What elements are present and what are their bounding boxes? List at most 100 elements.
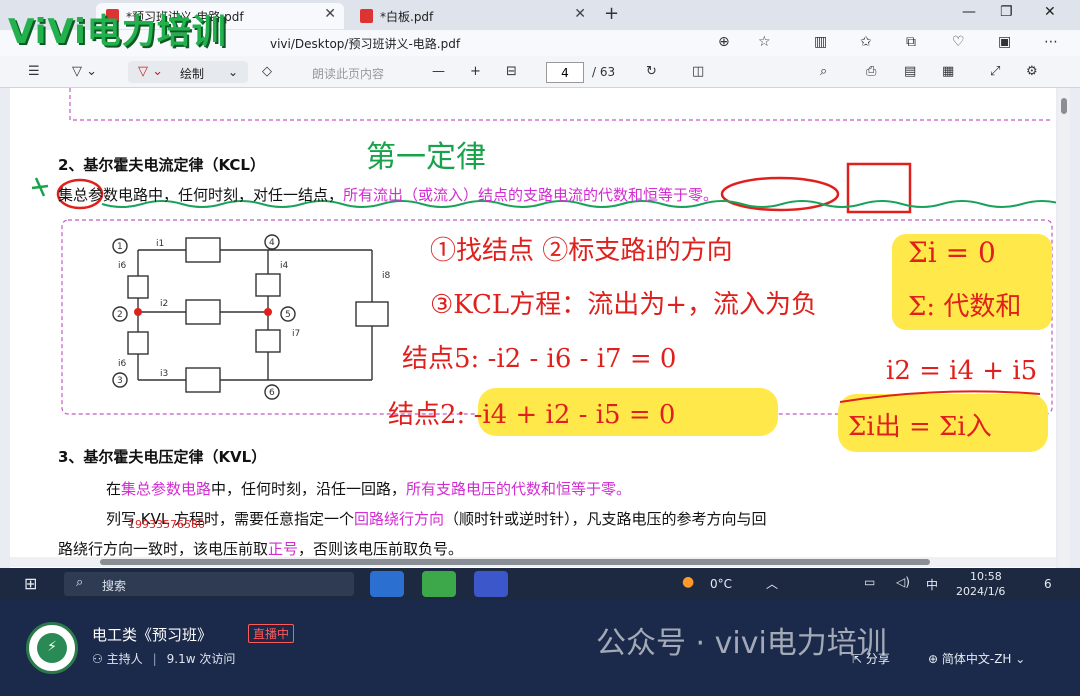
weather-icon[interactable]: ●: [682, 574, 694, 590]
svg-text:i7: i7: [292, 329, 300, 339]
user-icon: ⚇: [92, 652, 107, 666]
zoom-in-icon[interactable]: +: [470, 64, 481, 79]
globe-icon: ⊕: [928, 652, 942, 666]
minimize-icon[interactable]: —: [962, 4, 976, 20]
svg-text:i4: i4: [280, 261, 289, 271]
draw-label: 绘制: [180, 67, 205, 81]
kvl-text: 路绕行方向一致时，该电压前取: [58, 540, 269, 558]
app-p-icon[interactable]: [474, 571, 508, 597]
fullscreen-icon[interactable]: ⤢: [990, 64, 1000, 79]
scroll-thumb[interactable]: [100, 559, 930, 565]
circuit-diagram: [112, 234, 389, 400]
more-icon[interactable]: ⋯: [1044, 34, 1058, 50]
read-aloud-button[interactable]: 朗读此页内容: [312, 65, 384, 82]
highlight-icon[interactable]: ▽ ⌄: [72, 64, 97, 79]
live-subinfo: ⚇ 主持人 | 9.1w 次访问: [92, 652, 236, 666]
network-icon[interactable]: ▭: [864, 575, 875, 589]
svg-text:4: 4: [269, 238, 275, 248]
taskbar-search[interactable]: ⌕ 搜索: [64, 572, 354, 596]
share-button[interactable]: ⇱ 分享: [852, 650, 890, 667]
clock-time[interactable]: 10:58: [970, 570, 1002, 583]
kcl-text-a: 集总参数电路中，任何时刻，对任一结点，: [58, 186, 344, 204]
chevron-down-icon: ⌄: [228, 65, 239, 79]
handwritten-sum-zero: Σi = 0: [908, 236, 996, 269]
edge-app-icon[interactable]: [370, 571, 404, 597]
close-icon[interactable]: ✕: [324, 6, 336, 22]
new-tab-icon[interactable]: +: [604, 3, 619, 24]
kcl-statement: 集总参数电路中，任何时刻，对任一结点，所有流出（或流入）结点的支路电流的代数和恒…: [58, 184, 718, 205]
clock-date[interactable]: 2024/1/6: [956, 585, 1005, 598]
handwritten-eq: i2 = i4 + i5: [886, 356, 1038, 386]
taskbar-search-label: 搜索: [102, 579, 127, 593]
handwritten-title: 第一定律: [366, 140, 486, 175]
rotate-icon[interactable]: ↻: [646, 64, 657, 79]
tab-whiteboard-pdf[interactable]: *白板.pdf ✕: [350, 3, 594, 29]
svg-text:i3: i3: [160, 369, 168, 379]
contents-icon[interactable]: ☰: [28, 64, 40, 79]
windows-taskbar: ⊞ ⌕ 搜索 ● 0°C ︿ ▭ ◁) 中 10:58 2024/1/6 6: [0, 568, 1080, 600]
app-w-icon[interactable]: [422, 571, 456, 597]
favorite-icon[interactable]: ☆: [758, 34, 771, 50]
kvl-text: 在: [106, 480, 122, 498]
star-mark: [31, 177, 49, 197]
pen-icon: ▽ ⌄: [138, 64, 164, 79]
close-icon[interactable]: ✕: [574, 6, 586, 22]
vertical-scrollbar[interactable]: [1058, 88, 1070, 568]
live-badge: 直播中: [248, 624, 295, 643]
svg-text:i6: i6: [118, 261, 127, 271]
kvl-text: （顺时针或逆时针），凡支路电压的参考方向与回: [444, 510, 767, 528]
zoom-icon[interactable]: ⊕: [718, 34, 730, 50]
chevron-up-icon[interactable]: ︿: [766, 575, 778, 592]
maximize-icon[interactable]: ❐: [1000, 4, 1013, 20]
pdf-toolbar: ☰ ▽ ⌄ ▽ ⌄ 绘制 ⌄ ◇ 朗读此页内容 — + ⊟ 4 / 63 ↻ ◫…: [0, 56, 1080, 88]
kvl-term: 正号: [268, 540, 299, 558]
svg-text:i6: i6: [118, 359, 127, 369]
save-as-icon[interactable]: ▦: [942, 64, 954, 79]
prev-frame-border: [69, 88, 1050, 121]
kvl-para-2: 列写 KVL 方程时，需要任意指定一个回路绕行方向（顺时针或逆时针），凡支路电压…: [106, 508, 767, 529]
draw-button[interactable]: ▽ ⌄ 绘制 ⌄: [128, 61, 248, 83]
svg-text:1: 1: [117, 242, 123, 252]
node2-dot: [134, 308, 142, 316]
scroll-thumb[interactable]: [1061, 98, 1067, 114]
collections-icon[interactable]: ⧉: [906, 34, 916, 50]
live-banner: ⚡ 电工类《预习班》 直播中 ⚇ 主持人 | 9.1w 次访问 公众号 · vivi…: [0, 600, 1080, 696]
page-number-input[interactable]: 4: [546, 62, 584, 83]
eraser-icon[interactable]: ◇: [262, 64, 272, 79]
handwritten-node5: 结点5: -i2 - i6 - i7 = 0: [402, 344, 677, 374]
horizontal-scrollbar[interactable]: [10, 557, 1056, 567]
search-icon[interactable]: ⌕: [820, 64, 827, 79]
zoom-out-icon[interactable]: —: [432, 64, 445, 79]
kvl-text: ，否则该电压前取负号。: [298, 540, 464, 558]
window-close-icon[interactable]: ✕: [1044, 4, 1056, 20]
weather-temp[interactable]: 0°C: [710, 577, 732, 591]
logo-mark: ⚡: [37, 633, 67, 663]
page-view-icon[interactable]: ◫: [692, 64, 704, 79]
notification-count[interactable]: 6: [1044, 577, 1052, 591]
language-selector[interactable]: ⊕ 简体中文-ZH ⌄: [928, 650, 1025, 667]
extensions-icon[interactable]: ♡: [952, 34, 965, 50]
split-screen-icon[interactable]: ▥: [814, 34, 827, 50]
kvl-text: 中，任何时刻，沿任一回路，: [211, 480, 407, 498]
settings-icon[interactable]: ⚙: [1026, 64, 1038, 79]
screenshot-icon[interactable]: ▣: [998, 34, 1011, 50]
windows-start-icon[interactable]: ⊞: [24, 574, 37, 593]
channel-logo: ⚡: [26, 622, 78, 674]
screen-frame: *预习班讲义-电路.pdf ✕ *白板.pdf ✕ + — ❐ ✕ vivi/D…: [0, 0, 1080, 600]
circuit-labels: 1 2 3 4 5 6 i1 i2 i3 i4 i7 i6 i6 i8: [117, 238, 391, 398]
address-url[interactable]: vivi/Desktop/预习班讲义-电路.pdf: [270, 35, 460, 52]
svg-text:5: 5: [285, 310, 291, 320]
kcl-heading: 2、基尔霍夫电流定律（KCL）: [58, 156, 265, 174]
print-icon[interactable]: ⎙: [866, 64, 876, 79]
save-icon[interactable]: ▤: [904, 64, 916, 79]
language-label: 简体中文-ZH: [941, 652, 1012, 666]
fit-page-icon[interactable]: ⊟: [506, 64, 517, 79]
ime-indicator[interactable]: 中: [926, 576, 938, 593]
kvl-heading: 3、基尔霍夫电压定律（KVL）: [58, 448, 267, 466]
page-total: / 63: [592, 65, 616, 79]
handwritten-sum-def: Σ: 代数和: [908, 292, 1022, 322]
favorites-list-icon[interactable]: ✩: [860, 34, 872, 50]
svg-text:2: 2: [117, 310, 123, 320]
share-label: 分享: [865, 652, 890, 666]
volume-icon[interactable]: ◁): [896, 575, 910, 589]
